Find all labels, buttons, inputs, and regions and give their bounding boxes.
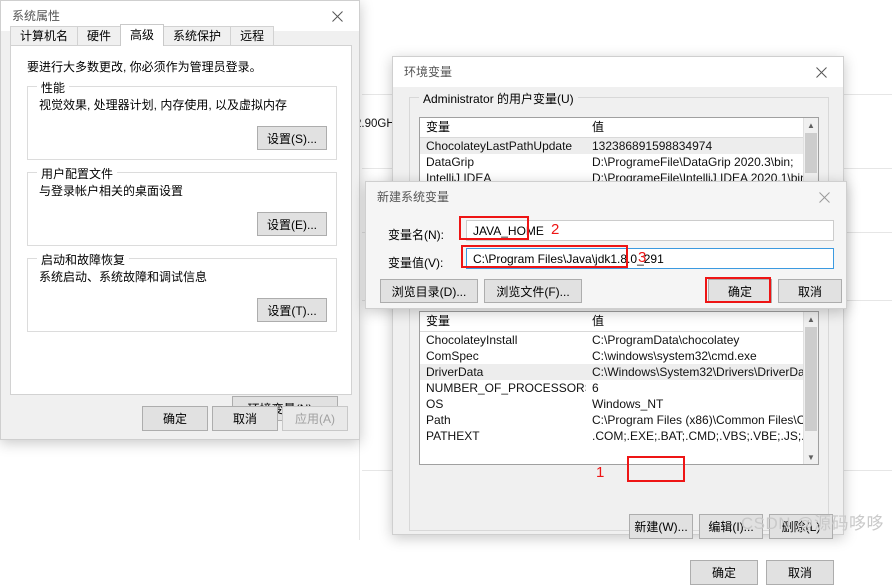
user-variables-table-header: 变量 值 [420, 118, 818, 138]
cell-variable: ComSpec [426, 349, 479, 363]
cell-variable: DriverData [426, 365, 484, 379]
annotation-number-1: 1 [596, 464, 605, 481]
cell-value: C:\Program Files (x86)\Common Files\Orac… [592, 413, 818, 427]
system-properties-dialog: 系统属性 计算机名 硬件 高级 系统保护 远程 要进行大多数更改, 你必须作为管… [0, 0, 360, 440]
tab-system-protection[interactable]: 系统保护 [163, 26, 232, 46]
tab-hardware[interactable]: 硬件 [77, 26, 122, 46]
new-button[interactable]: 新建(W)... [629, 514, 693, 539]
environment-variables-title: 环境变量 [404, 65, 453, 79]
cell-value: 6 [592, 381, 599, 395]
new-variable-ok-button[interactable]: 确定 [708, 279, 772, 303]
scrollbar-thumb[interactable] [805, 327, 817, 431]
table-row[interactable]: OS Windows_NT [420, 396, 818, 412]
performance-settings-button[interactable]: 设置(S)... [257, 126, 327, 150]
new-system-variable-title: 新建系统变量 [377, 190, 450, 204]
new-system-variable-dialog: 新建系统变量 变量名(N): JAVA_HOME 变量值(V): C:\Prog… [365, 181, 847, 309]
table-row[interactable]: ChocolateyLastPathUpdate 132386891598834… [420, 138, 818, 154]
table-row[interactable]: ChocolateyInstall C:\ProgramData\chocola… [420, 332, 818, 348]
environment-variables-titlebar: 环境变量 [393, 57, 843, 87]
system-variables-table-header: 变量 值 [420, 312, 818, 332]
variable-name-label: 变量名(N): [388, 228, 444, 242]
table-row[interactable]: Path C:\Program Files (x86)\Common Files… [420, 412, 818, 428]
system-properties-ok-button[interactable]: 确定 [142, 406, 208, 431]
performance-group-desc: 视觉效果, 处理器计划, 内存使用, 以及虚拟内存 [39, 98, 288, 112]
table-row[interactable]: NUMBER_OF_PROCESSORS 6 [420, 380, 818, 396]
column-header-variable: 变量 [426, 120, 451, 134]
cell-value: C:\windows\system32\cmd.exe [592, 349, 757, 363]
cell-variable: DataGrip [426, 155, 475, 169]
user-profiles-settings-button[interactable]: 设置(E)... [257, 212, 327, 236]
user-variables-table[interactable]: 变量 值 ChocolateyLastPathUpdate 1323868915… [419, 117, 819, 187]
table-row[interactable]: ComSpec C:\windows\system32\cmd.exe [420, 348, 818, 364]
variable-name-field[interactable]: JAVA_HOME [466, 220, 834, 241]
startup-recovery-group-label: 启动和故障恢复 [37, 251, 130, 268]
cell-value: C:\ProgramData\chocolatey [592, 333, 740, 347]
cell-value: C:\Windows\System32\Drivers\DriverData [592, 365, 815, 379]
close-icon[interactable] [315, 1, 359, 31]
startup-recovery-settings-button[interactable]: 设置(T)... [257, 298, 327, 322]
system-variables-scrollbar[interactable]: ▲ ▼ [803, 312, 818, 464]
startup-recovery-group-desc: 系统启动、系统故障和调试信息 [39, 270, 208, 284]
environment-variables-cancel-button[interactable]: 取消 [766, 560, 834, 585]
close-icon[interactable] [799, 57, 843, 87]
chevron-down-icon[interactable]: ▼ [804, 450, 818, 464]
annotation-number-2: 2 [551, 221, 560, 238]
cell-value: .COM;.EXE;.BAT;.CMD;.VBS;.VBE;.JS;.JSE;.… [592, 429, 818, 443]
user-profiles-group-desc: 与登录帐户相关的桌面设置 [39, 184, 184, 198]
system-properties-tabs: 计算机名 硬件 高级 系统保护 远程 [10, 24, 275, 46]
performance-group-label: 性能 [37, 79, 70, 96]
csdn-watermark: CSDN @源码哆哆 [740, 514, 884, 533]
cell-variable: PATHEXT [426, 429, 480, 443]
system-properties-cancel-button[interactable]: 取消 [212, 406, 278, 431]
cell-value: 132386891598834974 [592, 139, 713, 153]
advanced-tab-panel: 要进行大多数更改, 你必须作为管理员登录。 性能 视觉效果, 处理器计划, 内存… [10, 45, 352, 421]
cell-variable: Path [426, 413, 451, 427]
cell-value: D:\ProgrameFile\DataGrip 2020.3\bin; [592, 155, 794, 169]
admin-note: 要进行大多数更改, 你必须作为管理员登录。 [27, 60, 262, 74]
table-row[interactable]: DataGrip D:\ProgrameFile\DataGrip 2020.3… [420, 154, 818, 170]
browse-directory-button[interactable]: 浏览目录(D)... [380, 279, 478, 303]
cell-variable: ChocolateyLastPathUpdate [426, 139, 573, 153]
column-header-variable: 变量 [426, 314, 451, 328]
table-row[interactable]: DriverData C:\Windows\System32\Drivers\D… [420, 364, 818, 380]
variable-value-field[interactable]: C:\Program Files\Java\jdk1.8.0_291 [466, 248, 834, 269]
table-row[interactable]: PATHEXT .COM;.EXE;.BAT;.CMD;.VBS;.VBE;.J… [420, 428, 818, 444]
performance-group: 性能 视觉效果, 处理器计划, 内存使用, 以及虚拟内存 设置(S)... [27, 79, 337, 160]
new-system-variable-titlebar: 新建系统变量 [366, 182, 846, 212]
browse-file-button[interactable]: 浏览文件(F)... [484, 279, 582, 303]
variable-value-label: 变量值(V): [388, 256, 444, 270]
user-variables-group-label: Administrator 的用户变量(U) [419, 90, 578, 107]
cell-variable: NUMBER_OF_PROCESSORS [426, 381, 586, 395]
scrollbar-thumb[interactable] [805, 133, 817, 173]
close-icon[interactable] [802, 182, 846, 212]
environment-variables-ok-button[interactable]: 确定 [690, 560, 758, 585]
tab-remote[interactable]: 远程 [230, 26, 275, 46]
column-header-value: 值 [592, 120, 605, 134]
user-variables-scrollbar[interactable]: ▲ [803, 118, 818, 186]
system-properties-apply-button: 应用(A) [282, 406, 348, 431]
user-profiles-group: 用户配置文件 与登录帐户相关的桌面设置 设置(E)... [27, 165, 337, 246]
startup-recovery-group: 启动和故障恢复 系统启动、系统故障和调试信息 设置(T)... [27, 251, 337, 332]
new-variable-cancel-button[interactable]: 取消 [778, 279, 842, 303]
cell-value: Windows_NT [592, 397, 664, 411]
cell-variable: ChocolateyInstall [426, 333, 518, 347]
system-variables-table[interactable]: 变量 值 ChocolateyInstall C:\ProgramData\ch… [419, 311, 819, 465]
cell-variable: OS [426, 397, 444, 411]
tab-computer-name[interactable]: 计算机名 [10, 26, 79, 46]
user-profiles-group-label: 用户配置文件 [37, 165, 118, 182]
tab-advanced[interactable]: 高级 [120, 24, 165, 46]
annotation-number-3: 3 [638, 249, 647, 266]
chevron-up-icon[interactable]: ▲ [804, 118, 818, 132]
column-header-value: 值 [592, 314, 605, 328]
chevron-up-icon[interactable]: ▲ [804, 312, 818, 326]
